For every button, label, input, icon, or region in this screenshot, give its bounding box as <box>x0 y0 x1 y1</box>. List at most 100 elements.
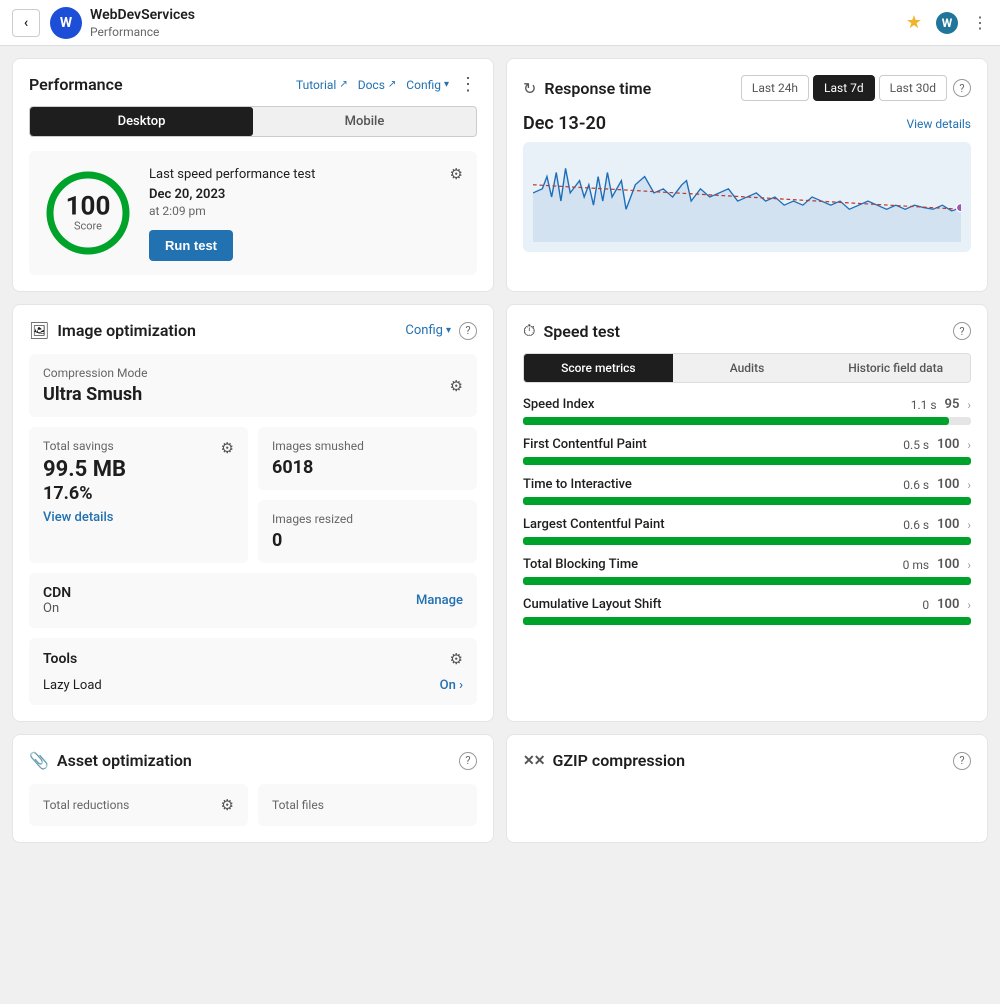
score-section: 100 Score Last speed performance test ⚙ … <box>29 151 477 275</box>
reductions-gear-icon[interactable]: ⚙ <box>221 796 234 814</box>
more-menu-icon[interactable]: ⋮ <box>972 13 988 32</box>
rt-date-row: Dec 13-20 View details <box>523 113 971 134</box>
rt-tab-30d[interactable]: Last 30d <box>879 75 947 101</box>
images-resized-value: 0 <box>272 530 463 551</box>
image-config-btn[interactable]: Config ▾ <box>405 323 451 338</box>
desktop-toggle[interactable]: Desktop <box>30 107 253 136</box>
metric-chevron-icon[interactable]: › <box>967 478 971 492</box>
test-time: at 2:09 pm <box>149 204 463 218</box>
site-info: WebDevServices Performance <box>90 6 906 38</box>
images-smushed-value: 6018 <box>272 457 463 478</box>
metric-bar <box>523 417 949 425</box>
back-button[interactable]: ‹ <box>12 9 40 37</box>
score-info: Last speed performance test ⚙ Dec 20, 20… <box>149 165 463 261</box>
metric-row: Time to Interactive 0.6 s 100 › <box>523 477 971 505</box>
metric-label: Speed Index <box>523 397 594 412</box>
metric-time: 1.1 s <box>911 398 937 412</box>
star-icon[interactable]: ★ <box>906 12 922 33</box>
docs-link[interactable]: Docs ↗ <box>358 78 397 92</box>
speed-header: ⏱ Speed test ? <box>523 321 971 341</box>
lazy-load-label: Lazy Load <box>43 678 102 693</box>
metric-score: 100 <box>937 477 959 492</box>
savings-gear-icon[interactable]: ⚙ <box>221 439 234 457</box>
tools-gear-icon[interactable]: ⚙ <box>450 650 463 668</box>
run-test-button[interactable]: Run test <box>149 230 233 261</box>
back-icon: ‹ <box>24 15 28 31</box>
tab-historic[interactable]: Historic field data <box>821 354 970 382</box>
metric-time: 0 ms <box>903 558 929 572</box>
metric-time: 0.6 s <box>903 478 929 492</box>
rt-tab-24h[interactable]: Last 24h <box>741 75 809 101</box>
config-dropdown[interactable]: Config ▾ <box>406 78 449 92</box>
total-savings-mb: 99.5 MB <box>43 457 234 483</box>
metric-row: Largest Contentful Paint 0.6 s 100 › <box>523 517 971 545</box>
rt-tab-7d[interactable]: Last 7d <box>813 75 875 101</box>
gzip-help-icon[interactable]: ? <box>953 752 971 770</box>
device-toggle: Desktop Mobile <box>29 106 477 137</box>
metric-label: Largest Contentful Paint <box>523 517 665 532</box>
metric-bar <box>523 617 971 625</box>
images-smushed-label: Images smushed <box>272 439 463 453</box>
view-details-link[interactable]: View details <box>43 510 234 525</box>
view-details-link[interactable]: View details <box>906 117 971 131</box>
metric-bar-bg <box>523 617 971 625</box>
images-resized-label: Images resized <box>272 512 463 526</box>
wp-icon[interactable]: W <box>936 12 958 34</box>
image-opt-title: Image optimization <box>57 321 196 340</box>
metric-chevron-icon[interactable]: › <box>967 438 971 452</box>
metric-bar <box>523 497 971 505</box>
speed-help-icon[interactable]: ? <box>953 322 971 340</box>
gear-icon[interactable]: ⚙ <box>450 165 463 183</box>
metric-time: 0 <box>922 598 929 612</box>
image-help-icon[interactable]: ? <box>459 322 477 340</box>
cdn-manage-link[interactable]: Manage <box>416 593 463 608</box>
mobile-toggle[interactable]: Mobile <box>253 107 476 136</box>
compression-gear-icon[interactable]: ⚙ <box>450 377 463 395</box>
rt-header: ↻ Response time Last 24h Last 7d Last 30… <box>523 75 971 101</box>
metric-score: 100 <box>937 437 959 452</box>
tools-title: Tools <box>43 651 77 667</box>
site-name: WebDevServices <box>90 6 906 24</box>
total-files-box: Total files <box>258 784 477 826</box>
speed-title: Speed test <box>543 322 620 341</box>
tab-audits[interactable]: Audits <box>673 354 822 382</box>
asset-help-icon[interactable]: ? <box>459 752 477 770</box>
metric-score: 100 <box>937 597 959 612</box>
rt-date: Dec 13-20 <box>523 113 606 134</box>
topbar: ‹ W WebDevServices Performance ★ W ⋮ <box>0 0 1000 46</box>
metric-chevron-icon[interactable]: › <box>967 558 971 572</box>
metric-chevron-icon[interactable]: › <box>967 398 971 412</box>
test-date: Dec 20, 2023 <box>149 187 463 202</box>
speed-title-row: ⏱ Speed test <box>523 321 620 341</box>
tab-score-metrics[interactable]: Score metrics <box>524 354 673 382</box>
perf-nav: Tutorial ↗ Docs ↗ Config ▾ ⋮ <box>296 76 477 94</box>
compression-box: Compression Mode Ultra Smush ⚙ <box>29 354 477 417</box>
tools-box: Tools ⚙ Lazy Load On › <box>29 638 477 705</box>
tutorial-link[interactable]: Tutorial ↗ <box>296 78 348 92</box>
lazy-load-row: Lazy Load On › <box>43 678 463 693</box>
metric-chevron-icon[interactable]: › <box>967 598 971 612</box>
score-circle: 100 Score <box>43 168 133 258</box>
help-icon[interactable]: ? <box>953 79 971 97</box>
chevron-down-icon: ▾ <box>444 79 449 90</box>
lazy-load-status[interactable]: On › <box>440 678 463 693</box>
images-smushed-box: Images smushed 6018 <box>258 427 477 490</box>
more-options-button[interactable]: ⋮ <box>459 76 477 94</box>
asset-optimization-card: 📎 Asset optimization ? Total reductions … <box>12 734 494 843</box>
image-optimization-card: 🖼 Image optimization Config ▾ ? Compress… <box>12 304 494 722</box>
cdn-box: CDN On Manage <box>29 573 477 628</box>
total-reductions-box: Total reductions ⚙ <box>29 784 248 826</box>
image-opt-actions: Config ▾ ? <box>405 322 477 340</box>
speed-tabs: Score metrics Audits Historic field data <box>523 353 971 383</box>
rt-title: Response time <box>544 79 651 98</box>
cdn-label: CDN <box>43 585 71 601</box>
external-link-icon: ↗ <box>339 79 347 90</box>
metric-label: Time to Interactive <box>523 477 632 492</box>
metric-row: Cumulative Layout Shift 0 100 › <box>523 597 971 625</box>
refresh-icon: ↻ <box>523 79 536 98</box>
cdn-status: On <box>43 601 71 616</box>
metric-row: Total Blocking Time 0 ms 100 › <box>523 557 971 585</box>
metric-chevron-icon[interactable]: › <box>967 518 971 532</box>
metric-bar-bg <box>523 417 971 425</box>
speed-icon: ⏱ <box>523 321 535 341</box>
